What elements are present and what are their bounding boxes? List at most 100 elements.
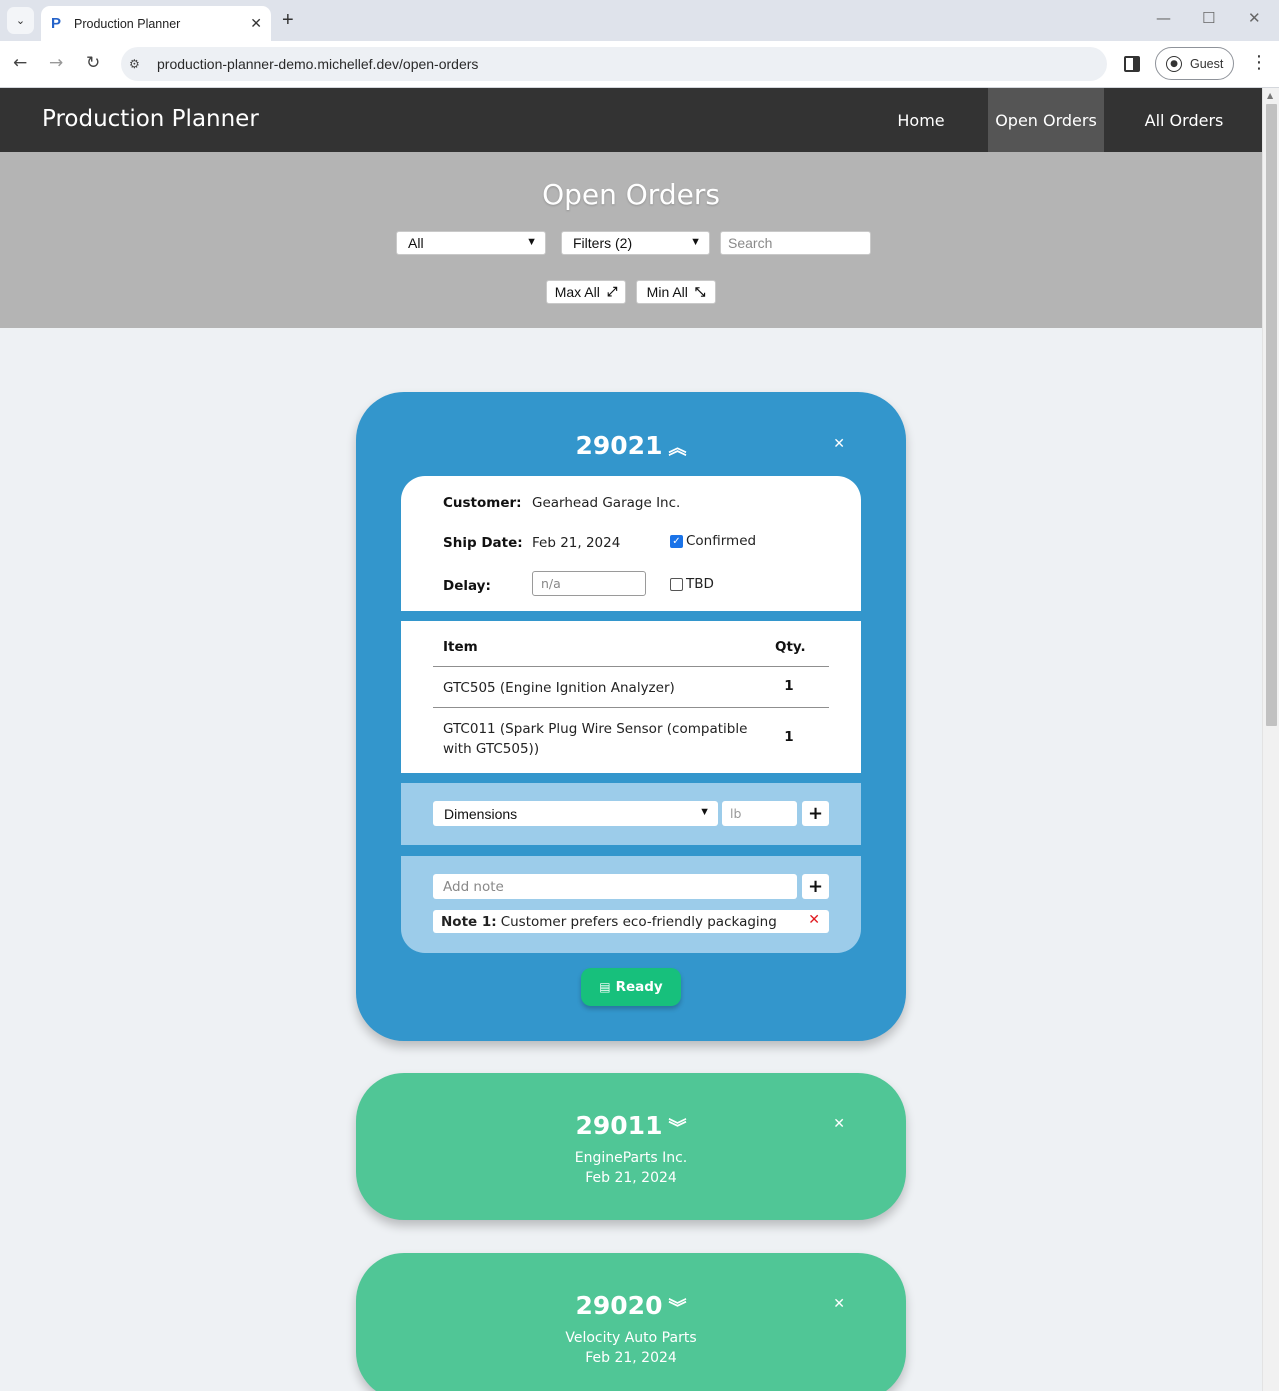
site-info-icon[interactable]: ⚙ <box>129 57 149 71</box>
search-input[interactable]: Search <box>720 231 871 255</box>
note-text: Customer prefers eco-friendly packaging <box>500 913 777 930</box>
reload-icon[interactable]: ↻ <box>86 53 100 73</box>
expand-arrows-icon: ⤢ <box>606 284 618 299</box>
order-customer: Velocity Auto Parts <box>565 1330 697 1346</box>
maximize-icon[interactable]: ☐ <box>1202 9 1215 27</box>
scroll-up-icon[interactable]: ▲ <box>1267 91 1273 100</box>
note-item: Note 1: Customer prefers eco-friendly pa… <box>433 910 829 933</box>
order-number: 29011 <box>575 1111 663 1140</box>
notes-panel: Add note + Note 1: Customer prefers eco-… <box>401 856 861 953</box>
min-all-label: Min All <box>646 284 688 300</box>
item-qty: 1 <box>784 678 794 694</box>
confirmed-checkbox[interactable]: ✓ Confirmed <box>670 533 756 549</box>
nav-home[interactable]: Home <box>880 88 962 152</box>
browser-toolbar: ← → ↻ ⚙ production-planner-demo.michelle… <box>0 41 1279 88</box>
max-all-label: Max All <box>554 284 600 300</box>
favicon-icon: P <box>51 15 62 32</box>
delete-note-icon[interactable]: ✕ <box>808 912 820 928</box>
close-window-icon[interactable]: ✕ <box>1248 9 1261 27</box>
dimensions-panel: Dimensions ▼ lb + <box>401 783 861 845</box>
customer-value: Gearhead Garage Inc. <box>532 495 681 511</box>
page-viewport: Production Planner Home Open Orders All … <box>0 88 1262 1391</box>
forward-icon[interactable]: → <box>49 53 63 73</box>
order-card-collapsed[interactable]: 29011 ︾ ✕ EngineParts Inc. Feb 21, 2024 <box>356 1073 906 1220</box>
tab-search-button[interactable]: ⌄ <box>7 7 34 34</box>
filters-select-value: Filters (2) <box>573 235 633 251</box>
order-number-header[interactable]: 29021 ︽ <box>356 431 906 460</box>
min-all-button[interactable]: Min All ⤡ <box>636 280 716 304</box>
item-name: GTC505 (Engine Ignition Analyzer) <box>443 680 675 696</box>
add-dimension-button[interactable]: + <box>802 801 829 826</box>
note-input[interactable]: Add note <box>433 874 797 899</box>
profile-button[interactable]: ● Guest <box>1155 47 1234 80</box>
brand-title[interactable]: Production Planner <box>42 106 259 132</box>
tbd-label: TBD <box>686 576 714 592</box>
tbd-checkbox[interactable]: TBD <box>670 576 714 592</box>
double-chevron-up-icon[interactable]: ︽ <box>668 438 686 459</box>
note-placeholder: Add note <box>443 878 504 895</box>
nav-all-orders[interactable]: All Orders <box>1130 88 1238 152</box>
plus-icon: + <box>807 876 824 897</box>
tab-title: Production Planner <box>74 16 181 31</box>
calendar-icon: ▤ <box>599 980 611 994</box>
delay-label: Delay: <box>443 578 491 594</box>
close-tab-icon[interactable]: ✕ <box>250 16 262 32</box>
double-chevron-down-icon[interactable]: ︾ <box>668 1298 686 1319</box>
page-header: Open Orders All ▼ Filters (2) ▼ Search M… <box>0 152 1262 328</box>
close-icon[interactable]: ✕ <box>833 1296 845 1312</box>
app-navbar: Production Planner Home Open Orders All … <box>0 88 1262 152</box>
double-chevron-down-icon[interactable]: ︾ <box>668 1118 686 1139</box>
weight-input[interactable]: lb <box>722 801 797 826</box>
item-name: GTC011 (Spark Plug Wire Sensor (compatib… <box>443 721 748 757</box>
add-note-button[interactable]: + <box>802 874 829 899</box>
ready-button[interactable]: ▤ Ready <box>581 968 681 1006</box>
page-title: Open Orders <box>542 178 720 211</box>
url-text[interactable]: production-planner-demo.michellef.dev/op… <box>157 56 478 72</box>
order-card-expanded: 29021 ︽ ✕ Customer: Gearhead Garage Inc. … <box>356 392 906 1041</box>
chevron-down-icon: ⌄ <box>15 14 26 27</box>
status-select-value: All <box>408 235 424 251</box>
customer-label: Customer: <box>443 495 522 511</box>
confirmed-label: Confirmed <box>686 533 757 549</box>
order-number: 29021 <box>575 431 663 460</box>
scrollbar-thumb[interactable] <box>1266 104 1277 726</box>
address-bar[interactable]: ⚙ production-planner-demo.michellef.dev/… <box>121 47 1107 81</box>
delay-input[interactable]: n/a <box>532 571 646 596</box>
status-select[interactable]: All ▼ <box>396 231 546 255</box>
new-tab-button[interactable]: + <box>282 10 294 30</box>
order-card-collapsed[interactable]: 29020 ︾ ✕ Velocity Auto Parts Feb 21, 202… <box>356 1253 906 1391</box>
checkbox-checked-icon[interactable]: ✓ <box>670 534 683 548</box>
ship-date-label: Ship Date: <box>443 535 523 551</box>
browser-tabstrip: ⌄ P Production Planner ✕ + — ☐ ✕ <box>0 0 1279 41</box>
ready-label: Ready <box>615 979 663 995</box>
ship-date-value: Feb 21, 2024 <box>532 535 621 551</box>
order-number-header[interactable]: 29020 ︾ <box>356 1291 906 1320</box>
nav-open-orders[interactable]: Open Orders <box>988 88 1104 152</box>
filters-select[interactable]: Filters (2) ▼ <box>561 231 710 255</box>
browser-tab[interactable]: P Production Planner ✕ <box>41 6 271 41</box>
dimensions-select-value: Dimensions <box>444 805 518 822</box>
qty-header: Qty. <box>775 639 806 655</box>
order-number: 29020 <box>575 1291 663 1320</box>
minimize-icon[interactable]: — <box>1156 9 1171 27</box>
search-placeholder: Search <box>728 235 773 251</box>
dimensions-select[interactable]: Dimensions ▼ <box>433 801 718 826</box>
close-icon[interactable]: ✕ <box>833 436 845 452</box>
profile-label: Guest <box>1190 56 1224 71</box>
person-icon: ● <box>1166 55 1182 72</box>
side-panel-icon[interactable] <box>1124 56 1140 72</box>
page-scrollbar[interactable]: ▲ <box>1262 88 1279 1391</box>
compress-arrows-icon: ⤡ <box>694 284 706 299</box>
note-label: Note 1: <box>441 913 497 930</box>
order-ship-date: Feb 21, 2024 <box>585 1170 677 1186</box>
menu-kebab-icon[interactable]: ⋮ <box>1250 54 1268 72</box>
order-customer: EngineParts Inc. <box>574 1150 688 1166</box>
back-icon[interactable]: ← <box>13 53 27 73</box>
max-all-button[interactable]: Max All ⤢ <box>546 280 626 304</box>
checkbox-unchecked-icon[interactable] <box>670 577 683 591</box>
close-icon[interactable]: ✕ <box>833 1116 845 1132</box>
order-number-header[interactable]: 29011 ︾ <box>356 1111 906 1140</box>
items-header: Item <box>443 639 478 655</box>
order-details-panel: Customer: Gearhead Garage Inc. Ship Date… <box>401 476 861 611</box>
row-divider <box>433 666 829 667</box>
